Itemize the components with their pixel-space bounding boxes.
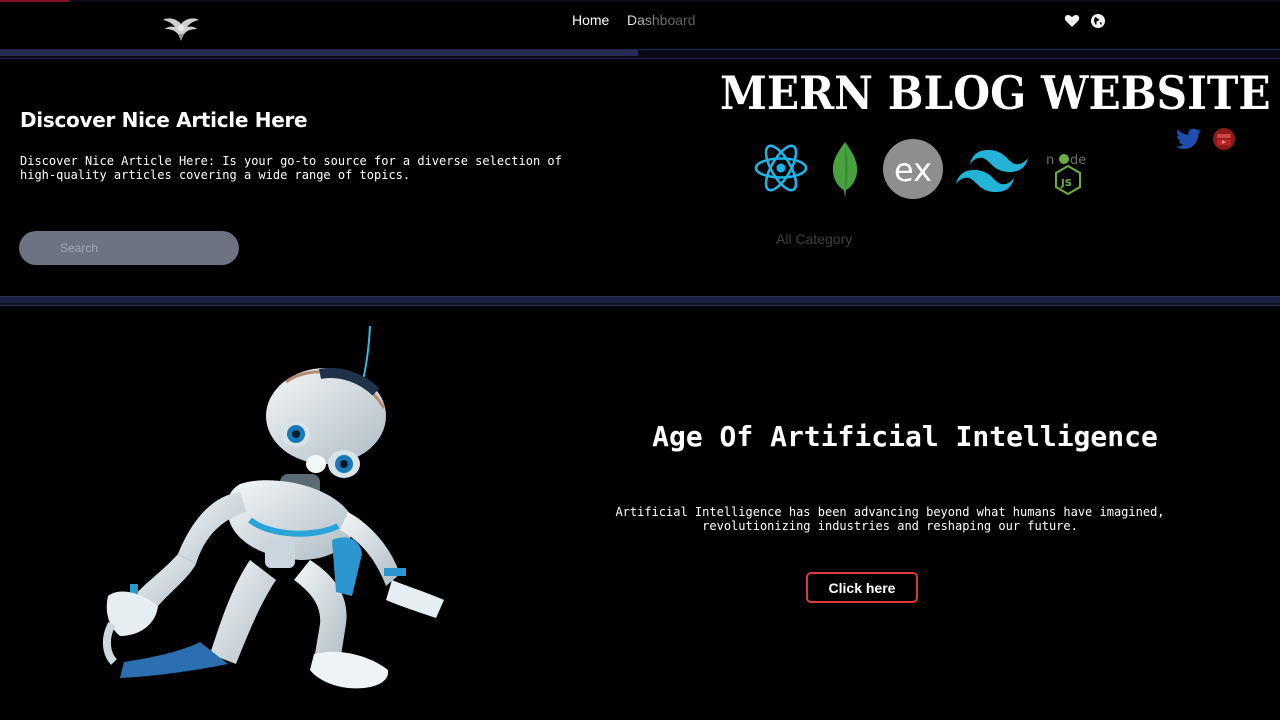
nodejs-icon: n de JS (1046, 153, 1086, 196)
svg-text:de: de (1070, 153, 1086, 168)
eagle-logo-icon[interactable] (162, 14, 200, 42)
section-divider-accent (0, 50, 638, 56)
search-input[interactable] (60, 239, 220, 257)
react-icon (754, 144, 808, 192)
youtube-icon[interactable] (1212, 128, 1236, 150)
svg-text:JS: JS (1060, 178, 1072, 189)
section-divider-accent (0, 297, 1280, 303)
nav-link-dashboard[interactable]: Dashboard (627, 12, 696, 28)
heart-icon[interactable] (1064, 13, 1080, 29)
nav-link-home[interactable]: Home (572, 12, 609, 28)
svg-text:ex: ex (894, 151, 932, 189)
site-banner-title: MERN BLOG WEBSITE (720, 66, 1271, 120)
feature-title: Age Of Artificial Intelligence (652, 420, 1158, 453)
robot-illustration (103, 325, 444, 689)
search-bar[interactable] (19, 231, 239, 265)
mongodb-icon (832, 142, 858, 198)
click-here-button[interactable]: Click here (806, 572, 918, 603)
twitter-icon[interactable] (1176, 128, 1201, 150)
feature-description: Artificial Intelligence has been advanci… (615, 505, 1165, 533)
hero-description: Discover Nice Article Here: Is your go-t… (20, 154, 562, 182)
top-navbar: Home Dashboard (0, 0, 1280, 48)
globe-icon[interactable] (1090, 13, 1106, 29)
all-category-link[interactable]: All Category (776, 231, 852, 247)
tailwind-icon (956, 150, 1028, 192)
hero-title: Discover Nice Article Here (20, 108, 308, 132)
svg-text:n: n (1046, 153, 1054, 168)
express-icon: ex (883, 139, 943, 199)
